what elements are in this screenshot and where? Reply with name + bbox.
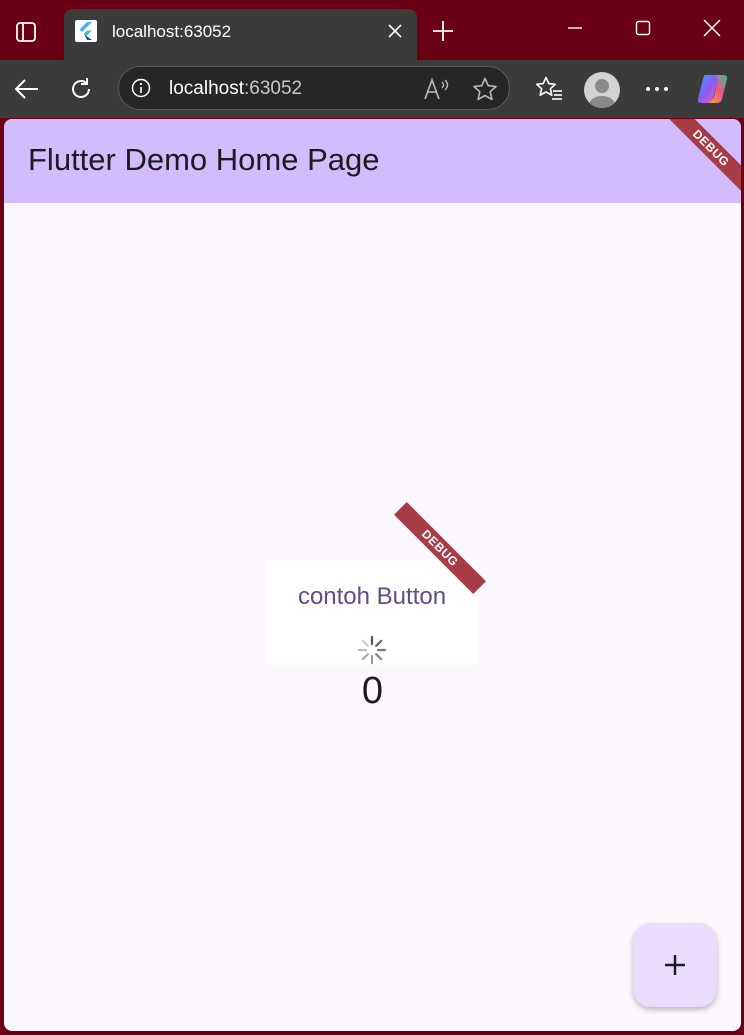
refresh-icon <box>72 78 90 98</box>
maximize-button[interactable] <box>620 8 666 48</box>
info-icon[interactable] <box>131 78 151 98</box>
close-icon[interactable] <box>385 21 405 41</box>
browser-window: localhost:63052 localhost:63052 Flutter … <box>0 0 744 1035</box>
contoh-button[interactable]: contoh Button <box>266 559 478 665</box>
url-port: :63052 <box>244 78 303 99</box>
button-label: contoh Button <box>297 583 447 610</box>
more-icon[interactable] <box>638 70 676 108</box>
browser-tab[interactable]: localhost:63052 <box>64 9 417 60</box>
back-arrow-icon <box>14 79 38 99</box>
url-host: localhost <box>169 78 244 99</box>
page-title: Flutter Demo Home Page <box>28 142 380 177</box>
minimize-button[interactable] <box>552 8 598 48</box>
browser-toolbar: localhost:63052 <box>0 60 744 118</box>
new-tab-button[interactable] <box>428 16 458 46</box>
tab-title: localhost:63052 <box>112 22 232 41</box>
back-button[interactable] <box>8 70 46 108</box>
loading-spinner-icon <box>357 635 387 665</box>
minimize-icon <box>568 27 582 29</box>
refresh-button[interactable] <box>62 70 100 108</box>
flutter-icon <box>75 20 97 42</box>
increment-fab[interactable] <box>633 923 717 1007</box>
app-bar: Flutter Demo Home Page <box>4 119 741 203</box>
avatar[interactable] <box>584 72 620 108</box>
favorites-list-icon[interactable] <box>530 70 568 108</box>
read-aloud-icon[interactable] <box>423 76 451 102</box>
address-bar[interactable]: localhost:63052 <box>118 66 510 110</box>
tab-actions-icon[interactable] <box>6 14 46 50</box>
url-text[interactable]: localhost:63052 <box>169 78 302 100</box>
close-icon <box>703 19 721 37</box>
star-icon[interactable] <box>471 76 499 102</box>
plus-icon <box>665 955 685 975</box>
page-viewport: Flutter Demo Home Page DEBUG contoh Butt… <box>4 119 741 1031</box>
window-close-button[interactable] <box>689 8 735 48</box>
tab-strip: localhost:63052 <box>0 0 744 60</box>
plus-icon <box>433 21 453 41</box>
maximize-icon <box>635 20 651 36</box>
copilot-icon[interactable] <box>694 70 732 108</box>
counter-value: 0 <box>361 670 384 712</box>
